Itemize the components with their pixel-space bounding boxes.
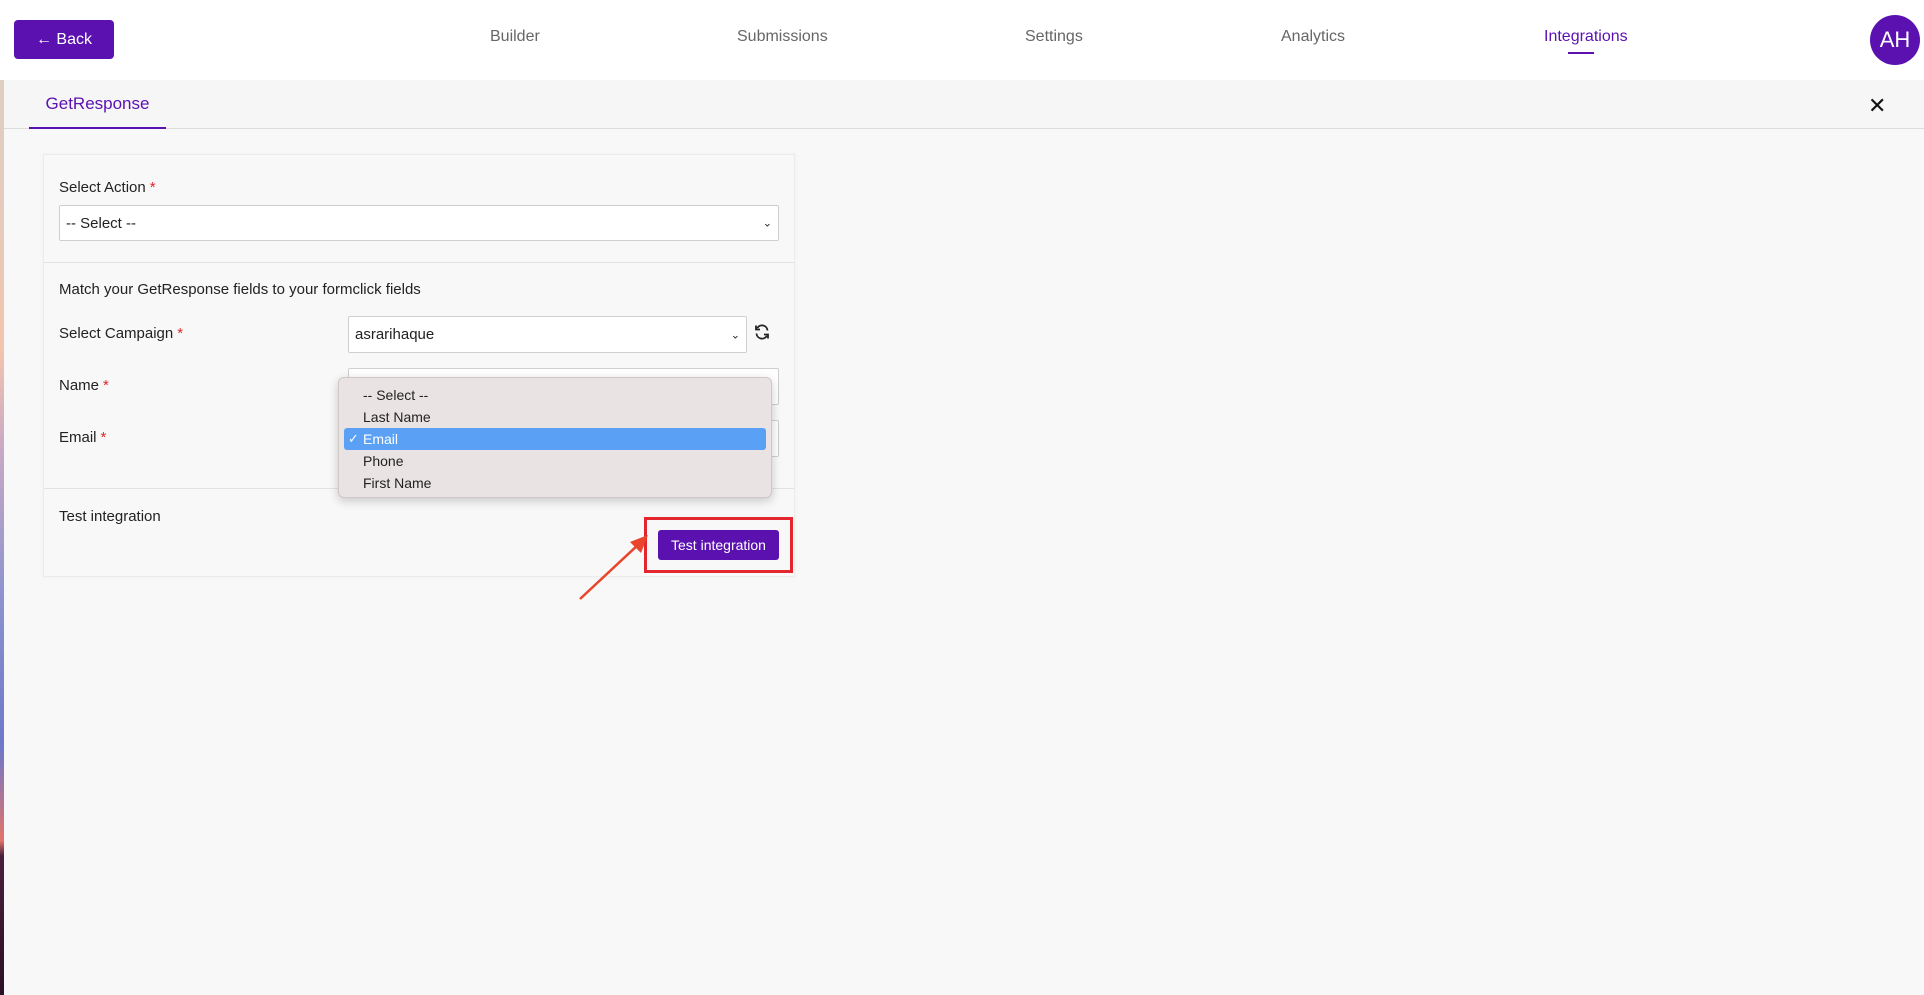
required-marker: * <box>103 377 109 394</box>
back-button[interactable]: ← Back <box>14 20 114 59</box>
chevron-down-icon: ⌄ <box>762 217 772 230</box>
nav-settings[interactable]: Settings <box>1025 28 1083 46</box>
integration-form-card: Select Action * -- Select -- ⌄ Match your… <box>43 154 795 577</box>
option-first-name[interactable]: First Name <box>344 472 766 494</box>
refresh-icon[interactable] <box>754 324 770 340</box>
email-label-text: Email <box>59 429 97 446</box>
select-action-dropdown[interactable]: -- Select -- ⌄ <box>59 205 779 241</box>
nav-builder[interactable]: Builder <box>490 28 540 46</box>
option-label: Email <box>363 431 399 447</box>
select-campaign-label-text: Select Campaign <box>59 325 174 342</box>
required-marker: * <box>177 325 184 342</box>
select-campaign-label: Select Campaign * <box>59 325 183 342</box>
option-phone[interactable]: Phone <box>344 450 766 472</box>
nav-analytics[interactable]: Analytics <box>1281 28 1345 46</box>
email-label: Email * <box>59 429 106 446</box>
option-select-placeholder[interactable]: -- Select -- <box>344 384 766 406</box>
close-icon[interactable]: ✕ <box>1868 94 1886 119</box>
option-label: Phone <box>363 453 404 469</box>
avatar[interactable]: AH <box>1870 15 1920 65</box>
required-marker: * <box>100 429 107 446</box>
window-edge-strip <box>0 0 4 995</box>
select-campaign-value: asrarihaque <box>355 326 435 343</box>
required-marker: * <box>149 179 156 196</box>
top-navbar: ← Back Builder Submissions Settings Anal… <box>0 0 1924 80</box>
option-email[interactable]: ✓ Email <box>344 428 766 450</box>
test-integration-title: Test integration <box>59 508 161 525</box>
tab-getresponse[interactable]: GetResponse <box>29 80 166 129</box>
name-label-text: Name <box>59 377 100 394</box>
option-label: First Name <box>363 475 432 491</box>
select-campaign-dropdown[interactable]: asrarihaque ⌄ <box>348 316 747 353</box>
test-integration-button[interactable]: Test integration <box>658 530 779 560</box>
chevron-down-icon: ⌄ <box>730 329 740 341</box>
checkmark-icon: ✓ <box>348 431 359 446</box>
option-label: Last Name <box>363 409 431 425</box>
option-label: -- Select -- <box>363 387 429 403</box>
email-options-popup: -- Select -- Last Name ✓ Email Phone Firs… <box>338 377 772 498</box>
select-action-value: -- Select -- <box>66 214 137 232</box>
integration-header: GetResponse ✕ <box>4 80 1924 129</box>
option-last-name[interactable]: Last Name <box>344 406 766 428</box>
select-action-label-text: Select Action <box>59 179 146 196</box>
active-nav-indicator <box>1568 52 1594 54</box>
nav-submissions[interactable]: Submissions <box>737 28 828 46</box>
nav-integrations[interactable]: Integrations <box>1544 28 1628 46</box>
mapping-title: Match your GetResponse fields to your fo… <box>59 281 421 298</box>
name-label: Name * <box>59 377 109 394</box>
section-divider <box>44 262 794 263</box>
select-action-label: Select Action * <box>59 179 156 196</box>
